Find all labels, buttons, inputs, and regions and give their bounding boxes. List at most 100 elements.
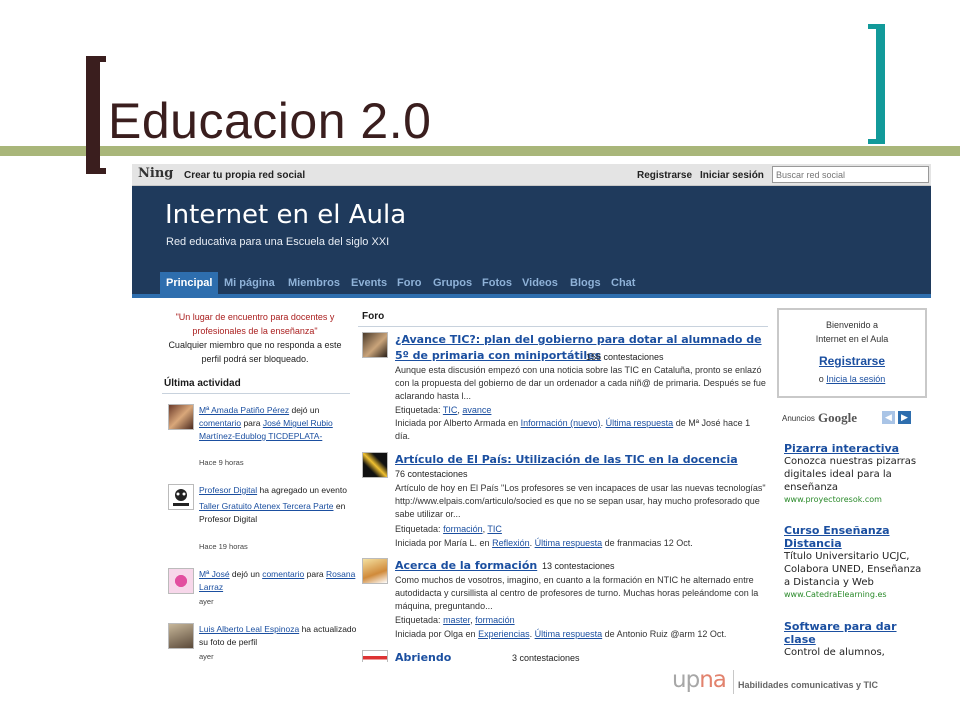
tab-foro[interactable]: Foro [397,277,421,289]
ad-body: Conozca nuestras pizarras digitales idea… [784,456,917,493]
upna-logo-na: na [699,667,727,693]
right-bracket-bottom [868,139,885,144]
last-reply-link[interactable]: Última respuesta [606,418,674,428]
activity-time: ayer [199,597,214,606]
comment-link[interactable]: comentario [199,418,241,428]
ning-logo[interactable]: Ning [138,166,173,181]
tab-fotos[interactable]: Fotos [482,277,512,289]
tag-link[interactable]: TIC [443,405,458,415]
discussion-title[interactable]: Abriendo caminos [395,650,505,662]
avatar[interactable] [168,623,194,649]
category-link[interactable]: Reflexión [492,538,530,548]
activity-title: Última actividad [164,378,241,389]
ad-url[interactable]: www.proyectoresok.com [784,494,928,506]
user-link[interactable]: Profesor Digital [199,485,257,495]
ad-item: Curso Enseñanza Distancia Título Univers… [784,524,928,601]
ad-url[interactable]: www.CatedraElearning.es [784,589,928,601]
avatar[interactable] [168,568,194,594]
last-reply-link[interactable]: Última respuesta [535,538,603,548]
or-text: o [818,374,824,384]
tag-link[interactable]: avance [462,405,491,415]
activity-verb: ha agregado un evento [259,485,347,495]
author-avatar[interactable] [362,650,388,662]
tab-miembros[interactable]: Miembros [288,277,340,289]
google-logo: Google [818,410,857,425]
forum-title: Foro [362,311,385,322]
welcome-line-2: Internet en el Aula [815,334,889,344]
tag-link[interactable]: formación [443,524,483,534]
tab-events[interactable]: Events [351,277,387,289]
ad-item: Pizarra interactiva Conozca nuestras piz… [784,442,928,506]
login-link[interactable]: Iniciar sesión [700,170,764,181]
slide-title: Educacion 2.0 [108,93,432,149]
activity-rule [162,393,350,394]
ad-body: Control de alumnos, [784,647,885,658]
activity-connector: para [306,569,324,579]
ad-title[interactable]: Pizarra interactiva [784,442,928,455]
register-link[interactable]: Registrarse [637,170,692,181]
category-link[interactable]: Experiencias [478,629,530,639]
tag-link[interactable]: master [443,615,470,625]
activity-text: Mª Amada Patiño Pérez dejó un comentario… [199,404,359,443]
author-avatar[interactable] [362,452,388,478]
tab-videos[interactable]: Videos [522,277,558,289]
last-reply-by: de franmacias 12 Oct. [604,538,693,548]
tags-label: Etiquetada: [395,615,441,625]
discussion-title[interactable]: ¿Avance TIC?: plan del gobierno para dot… [395,332,765,364]
started-by: Iniciada por María L. en [395,538,490,548]
prev-ad-arrow-icon[interactable]: ◀ [882,411,895,424]
user-link[interactable]: Luis Alberto Leal Espinoza [199,624,299,634]
user-link[interactable]: Mª José [199,569,230,579]
register-button[interactable]: Registrarse [779,354,925,368]
forum-item: Artículo de El País: Utilización de las … [362,452,768,548]
site-title[interactable]: Internet en el Aula [165,200,406,230]
tag-link[interactable]: TIC [487,524,502,534]
activity-text: Mª José dejó un comentario para Rosana L… [199,568,359,594]
activity-time: ayer [199,652,214,661]
community-note: Cualquier miembro que no responda a este… [168,340,342,364]
tab-chat[interactable]: Chat [611,277,635,289]
reply-count: 156 contestaciones [586,352,664,362]
category-link[interactable]: Información (nuevo) [521,418,601,428]
welcome-line-1: Bienvenido a [825,320,879,330]
tab-mi-pagina[interactable]: Mi página [224,277,275,289]
author-avatar[interactable] [362,558,388,584]
tab-grupos[interactable]: Grupos [433,277,472,289]
forum-rule [358,326,768,327]
avatar[interactable] [168,484,194,510]
ad-item: Software para dar clase Control de alumn… [784,620,928,659]
site-subtitle: Red educativa para una Escuela del siglo… [166,236,390,248]
user-link[interactable]: Mª Amada Patiño Pérez [199,405,289,415]
avatar[interactable] [168,404,194,430]
create-network-link[interactable]: Crear tu propia red social [184,170,305,181]
right-bracket [876,24,885,144]
ads-label: Anuncios [782,414,815,423]
activity-item: Mª Amada Patiño Pérez dejó un comentario… [168,404,350,474]
left-bracket [86,56,100,174]
left-bracket-top [86,56,106,62]
activity-item: Profesor Digital ha agregado un evento T… [168,484,350,554]
tab-blogs[interactable]: Blogs [570,277,601,289]
discussion-title[interactable]: Acerca de la formación [395,558,545,574]
left-bracket-bottom [86,168,106,174]
started-by: Iniciada por Olga en [395,629,476,639]
login-line: o Inicia la sesión [779,374,925,384]
tab-principal[interactable]: Principal [160,272,219,294]
activity-verb: dejó un [291,405,320,415]
last-reply-link[interactable]: Última respuesta [535,629,603,639]
search-input[interactable] [772,166,929,183]
reply-count: 76 contestaciones [395,469,468,479]
ad-title[interactable]: Software para dar clase [784,620,928,646]
ad-body: Título Universitario UCJC, Colabora UNED… [784,551,922,588]
tag-link[interactable]: formación [475,615,515,625]
comment-link[interactable]: comentario [262,569,304,579]
login-link[interactable]: Inicia la sesión [826,374,885,384]
forum-item: Acerca de la formación 13 contestaciones… [362,558,768,642]
discussion-title[interactable]: Artículo de El País: Utilización de las … [395,452,765,468]
discussion-excerpt: Artículo de hoy en El País "Los profesor… [395,483,766,519]
author-avatar[interactable] [362,332,388,358]
event-link[interactable]: Taller Gratuito Atenex Tercera Parte [199,501,334,511]
activity-verb: dejó un [231,569,260,579]
ad-title[interactable]: Curso Enseñanza Distancia [784,524,928,550]
next-ad-arrow-icon[interactable]: ▶ [898,411,911,424]
